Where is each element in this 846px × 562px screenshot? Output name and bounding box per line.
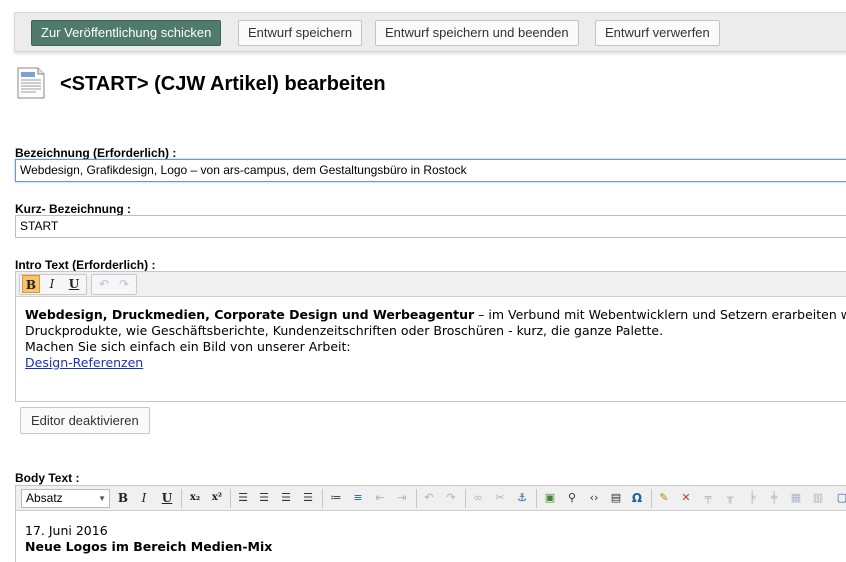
bold-button[interactable]: B xyxy=(114,489,132,507)
bezeichnung-label: Bezeichnung (Erforderlich) : xyxy=(15,146,177,160)
kurz-bezeichnung-label: Kurz- Bezeichnung : xyxy=(15,202,131,216)
outdent-icon[interactable]: ⇤ xyxy=(372,490,388,506)
design-referenzen-link[interactable]: Design-Referenzen xyxy=(25,355,143,370)
undo-icon[interactable]: ↶ xyxy=(95,275,113,293)
separator xyxy=(230,489,231,508)
unlink-icon[interactable]: ✂ xyxy=(492,490,508,506)
italic-button[interactable]: I xyxy=(135,489,153,507)
bezeichnung-input[interactable]: Webdesign, Grafikdesign, Logo – von ars-… xyxy=(15,159,846,182)
body-content[interactable]: 17. Juni 2016 Neue Logos im Bereich Medi… xyxy=(16,511,846,562)
bold-button[interactable]: B xyxy=(22,275,40,293)
discard-draft-button[interactable]: Entwurf verwerfen xyxy=(595,20,720,46)
align-left-icon[interactable]: ☰ xyxy=(235,490,251,506)
redo-icon[interactable]: ↷ xyxy=(115,275,133,293)
anchor-icon[interactable]: ⚓ xyxy=(514,490,530,506)
bullet-list-icon[interactable]: ≔ xyxy=(328,490,344,506)
redo-icon[interactable]: ↷ xyxy=(443,490,459,506)
indent-icon[interactable]: ⇥ xyxy=(394,490,410,506)
table-split-icon[interactable]: ▦ xyxy=(788,490,804,506)
attachment-icon[interactable]: ⚲ xyxy=(564,490,580,506)
align-center-icon[interactable]: ☰ xyxy=(256,490,272,506)
image-icon[interactable]: ▣ xyxy=(542,490,558,506)
link-icon[interactable]: ∞ xyxy=(470,490,486,506)
align-justify-icon[interactable]: ☰ xyxy=(300,490,316,506)
underline-button[interactable]: U xyxy=(65,275,83,293)
document-icon xyxy=(17,67,45,99)
numbered-list-icon[interactable]: ≡ xyxy=(350,490,366,506)
table-row-icon[interactable]: ╥ xyxy=(722,490,738,506)
fullscreen-icon[interactable]: ▢ xyxy=(834,490,846,506)
intro-text-rest: – im Verbund mit Webentwicklern und Setz… xyxy=(474,307,846,322)
action-bar: Zur Veröffentlichung schicken Entwurf sp… xyxy=(14,12,846,52)
intro-text-editor: B I U ↶ ↷ Webdesign, Druckmedien, Corpor… xyxy=(15,271,846,402)
superscript-button[interactable]: x² xyxy=(208,489,226,507)
document-icon[interactable]: ▤ xyxy=(608,490,624,506)
body-text-label: Body Text : xyxy=(15,471,80,485)
edit-icon[interactable]: ✎ xyxy=(656,490,672,506)
underline-button[interactable]: U xyxy=(158,489,176,507)
subscript-button[interactable]: x₂ xyxy=(186,489,204,507)
align-right-icon[interactable]: ☰ xyxy=(278,490,294,506)
intro-toolbar: B I U ↶ ↷ xyxy=(16,272,846,297)
kurz-bezeichnung-input[interactable]: START xyxy=(15,215,846,238)
table-column-icon[interactable]: ╞ xyxy=(744,490,760,506)
special-char-icon[interactable]: Ω xyxy=(628,489,646,507)
table-delete-icon[interactable]: ▥ xyxy=(810,490,826,506)
intro-text-label: Intro Text (Erforderlich) : xyxy=(15,258,156,272)
editor-deactivate-button[interactable]: Editor deaktivieren xyxy=(20,407,150,434)
separator xyxy=(322,489,323,508)
separator xyxy=(416,489,417,508)
italic-button[interactable]: I xyxy=(43,275,61,293)
undo-icon[interactable]: ↶ xyxy=(421,490,437,506)
body-toolbar: Absatz ▼ B I U x₂ x² ☰ ☰ ☰ ☰ ≔ ≡ ⇤ ⇥ ↶ ↷… xyxy=(16,486,846,511)
save-and-exit-button[interactable]: Entwurf speichern und beenden xyxy=(375,20,579,46)
publish-button[interactable]: Zur Veröffentlichung schicken xyxy=(31,20,222,46)
body-line-2: Neue Logos im Bereich Medien-Mix xyxy=(25,539,273,554)
format-select[interactable]: Absatz ▼ xyxy=(21,489,110,508)
intro-content[interactable]: Webdesign, Druckmedien, Corporate Design… xyxy=(16,297,846,401)
intro-bold-text: Webdesign, Druckmedien, Corporate Design… xyxy=(25,307,475,322)
save-draft-button[interactable]: Entwurf speichern xyxy=(238,20,363,46)
body-line-1: 17. Juni 2016 xyxy=(25,523,108,538)
intro-line-3: Machen Sie sich einfach ein Bild von uns… xyxy=(25,339,351,354)
code-icon[interactable]: ‹› xyxy=(586,490,602,506)
table-icon[interactable]: ╤ xyxy=(700,490,716,506)
separator xyxy=(536,489,537,508)
intro-line-2: Druckprodukte, wie Geschäftsberichte, Ku… xyxy=(25,323,664,338)
separator xyxy=(465,489,466,508)
separator xyxy=(651,489,652,508)
table-merge-icon[interactable]: ╪ xyxy=(766,490,782,506)
separator xyxy=(181,489,182,508)
page-title: <START> (CJW Artikel) bearbeiten xyxy=(60,73,386,95)
chevron-down-icon: ▼ xyxy=(98,494,106,503)
remove-format-icon[interactable]: ✕ xyxy=(678,490,694,506)
body-text-editor: Absatz ▼ B I U x₂ x² ☰ ☰ ☰ ☰ ≔ ≡ ⇤ ⇥ ↶ ↷… xyxy=(15,485,846,562)
format-select-value: Absatz xyxy=(26,491,63,505)
